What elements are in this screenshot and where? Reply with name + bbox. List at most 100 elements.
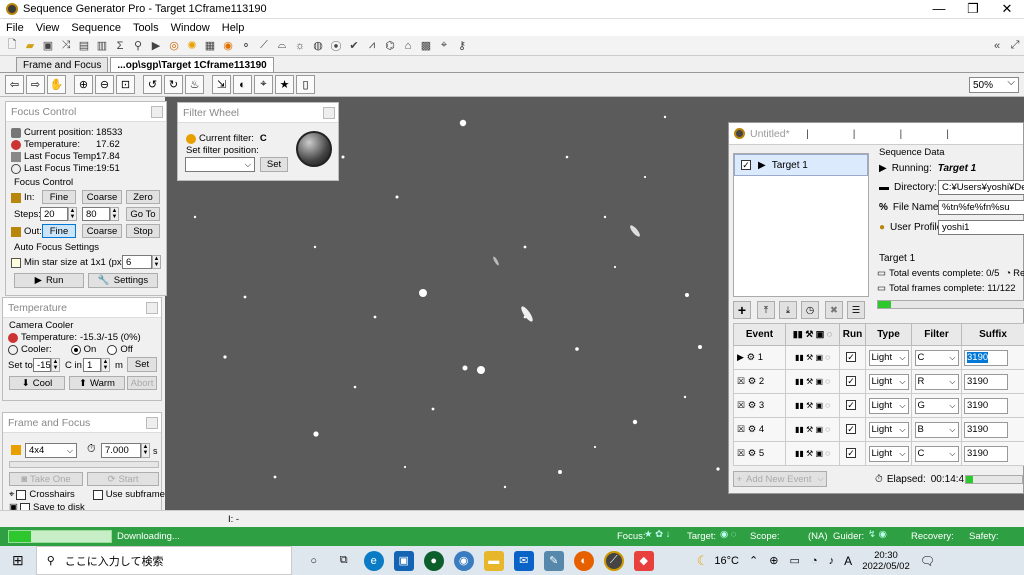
filename-input[interactable]: %tn%fe%fn%su bbox=[938, 200, 1024, 215]
shuffle-icon[interactable]: ⤨ bbox=[58, 38, 74, 54]
check-icon[interactable]: ✔ bbox=[346, 38, 362, 54]
script-icon[interactable]: ▣ bbox=[815, 353, 823, 362]
coarse-steps-spinner[interactable]: ▲ ▼ bbox=[110, 207, 119, 221]
wand-icon[interactable]: ⚷ bbox=[454, 38, 470, 54]
explorer-icon[interactable]: ▬ bbox=[483, 550, 504, 571]
histogram-icon[interactable]: ▥ bbox=[94, 38, 110, 54]
cooler-off-radio[interactable] bbox=[107, 344, 118, 355]
stop-button[interactable]: Stop bbox=[126, 224, 160, 238]
rotate-right-icon[interactable]: ↻ bbox=[164, 75, 183, 94]
binning-select[interactable]: 4x4 ⌵ bbox=[25, 443, 77, 458]
suffix-input[interactable]: 3190 bbox=[964, 445, 1008, 462]
move-down-button[interactable]: ⤓ bbox=[779, 301, 797, 319]
dome-icon[interactable]: ⌓ bbox=[274, 38, 290, 54]
start-loop-button[interactable]: ⟳ Start bbox=[87, 472, 159, 486]
crosshairs-checkbox[interactable] bbox=[16, 489, 27, 500]
suffix-input[interactable]: 3190 bbox=[964, 349, 1008, 366]
target-enabled-checkbox[interactable]: ✓ bbox=[741, 160, 751, 170]
grid-icon[interactable]: ▦ bbox=[202, 38, 218, 54]
fine-steps-spinner[interactable]: ▲ ▼ bbox=[68, 207, 77, 221]
zoom-icon[interactable]: ⚲ bbox=[130, 38, 146, 54]
schedule-button[interactable]: ◷ bbox=[801, 301, 819, 319]
gear-icon[interactable]: ⚙ bbox=[748, 400, 757, 411]
tray-icons[interactable]: ⌃ ⊕ ▭ ◔ ♪ bbox=[749, 554, 838, 567]
run-checkbox[interactable]: ✓ bbox=[846, 352, 856, 362]
flame-icon[interactable]: ♨ bbox=[185, 75, 204, 94]
directory-input[interactable]: C:¥Users¥yoshi¥Deskto bbox=[938, 180, 1024, 195]
wrench-icon[interactable]: ⚒ bbox=[806, 449, 813, 458]
pause-icon[interactable]: ▮▮ bbox=[795, 449, 804, 458]
edge-icon[interactable]: e bbox=[363, 550, 384, 571]
run-checkbox[interactable]: ✓ bbox=[846, 448, 856, 458]
cool-button[interactable]: ⬇ Cool bbox=[9, 376, 65, 390]
menu-help[interactable]: Help bbox=[216, 22, 251, 34]
script-icon[interactable]: ▣ bbox=[815, 449, 823, 458]
set-temp-spinner[interactable]: ▲ ▼ bbox=[51, 358, 60, 372]
options-button[interactable]: ☰ bbox=[847, 301, 865, 319]
menu-file[interactable]: File bbox=[0, 22, 30, 34]
play-icon[interactable]: ▶ bbox=[148, 38, 164, 54]
camera-icon[interactable]: ⌂ bbox=[400, 38, 416, 54]
new-sequence-icon[interactable]: 🗋 bbox=[4, 38, 20, 54]
suffix-input[interactable]: 3190 bbox=[964, 421, 1008, 438]
cooler-on-radio[interactable] bbox=[70, 344, 81, 355]
zoom-select[interactable]: 50% bbox=[969, 77, 1019, 93]
filter-select[interactable]: B ⌵ bbox=[914, 421, 959, 438]
fine-steps-input[interactable]: 20 bbox=[40, 207, 68, 221]
guide-icon[interactable]: ⌬ bbox=[382, 38, 398, 54]
comment-icon[interactable]: ◌ bbox=[825, 449, 830, 458]
take-one-button[interactable]: ◙ Take One bbox=[9, 472, 83, 486]
min-star-spinner[interactable]: ▲ ▼ bbox=[152, 255, 161, 269]
run-checkbox[interactable]: ✓ bbox=[846, 376, 856, 386]
run-autofocus-button[interactable]: ▶ Run bbox=[14, 273, 84, 288]
min-star-input[interactable]: 6 bbox=[122, 255, 152, 269]
bulb-icon[interactable]: ⚬ bbox=[238, 38, 254, 54]
sum-icon[interactable]: Σ bbox=[112, 38, 128, 54]
filter-position-select[interactable]: ⌵ bbox=[185, 157, 255, 172]
image-history-icon[interactable]: ▤ bbox=[76, 38, 92, 54]
cortana-icon[interactable]: ○ bbox=[304, 551, 324, 571]
pen-app-icon[interactable]: ✎ bbox=[543, 550, 564, 571]
anydesk-icon[interactable]: ◆ bbox=[633, 550, 654, 571]
task-view-icon[interactable]: ⧉ bbox=[334, 551, 354, 571]
telescope-icon[interactable]: ⟋ bbox=[256, 38, 272, 54]
set-temp-button[interactable]: Set bbox=[127, 357, 157, 372]
event-checkbox-icon[interactable]: ☒ bbox=[737, 448, 745, 458]
menu-view[interactable]: View bbox=[30, 22, 66, 34]
exposure-input[interactable]: 7.000 bbox=[101, 443, 141, 458]
type-select[interactable]: Light ⌵ bbox=[868, 397, 909, 414]
event-checkbox-icon[interactable]: ☒ bbox=[737, 376, 745, 386]
set-temp-input[interactable]: -15 bbox=[33, 358, 51, 372]
zoom-in-icon[interactable]: ⊕ bbox=[74, 75, 93, 94]
wrench-icon[interactable]: ⚒ bbox=[806, 425, 813, 434]
move-up-button[interactable]: ⤒ bbox=[757, 301, 775, 319]
event-row[interactable]: ☒ ⚙ 4 ▮▮ ⚒ ▣ ◌ ✓ Light ⌵ B ⌵ 3190 bbox=[733, 417, 1024, 442]
warm-button[interactable]: ⬆ Warm bbox=[69, 376, 125, 390]
weather-icon[interactable]: ☼ bbox=[292, 38, 308, 54]
blue-app-icon[interactable]: ◉ bbox=[453, 550, 474, 571]
comment-icon[interactable]: ◌ bbox=[825, 377, 830, 386]
out-fine-button[interactable]: Fine bbox=[42, 224, 76, 238]
wrench-icon[interactable]: ⚒ bbox=[806, 401, 813, 410]
suffix-input[interactable]: 3190 bbox=[964, 397, 1008, 414]
pause-icon[interactable]: ▮▮ bbox=[795, 401, 804, 410]
filter-icon[interactable]: ◍ bbox=[310, 38, 326, 54]
mail-icon[interactable]: ✉ bbox=[513, 550, 534, 571]
comment-icon[interactable]: ◌ bbox=[825, 353, 830, 362]
maximize-button[interactable]: ❐ bbox=[956, 1, 990, 17]
event-checkbox-icon[interactable]: ☒ bbox=[737, 424, 745, 434]
sgp-taskbar-icon[interactable]: ⟋ bbox=[603, 550, 624, 571]
exposure-spinner[interactable]: ▲ ▼ bbox=[141, 443, 150, 458]
run-checkbox[interactable]: ✓ bbox=[846, 424, 856, 434]
type-select[interactable]: Light ⌵ bbox=[868, 349, 909, 366]
menu-window[interactable]: Window bbox=[165, 22, 216, 34]
frame-icon[interactable]: ▩ bbox=[418, 38, 434, 54]
goto-button[interactable]: Go To bbox=[126, 207, 160, 221]
cool-minutes-input[interactable]: 1 bbox=[83, 358, 101, 372]
comment-icon[interactable]: ◌ bbox=[825, 425, 830, 434]
windows-start-icon[interactable]: ⊞ bbox=[12, 552, 24, 569]
event-row[interactable]: ☒ ⚙ 5 ▮▮ ⚒ ▣ ◌ ✓ Light ⌵ C ⌵ 3190 bbox=[733, 441, 1024, 466]
minimize-button[interactable]: — bbox=[922, 1, 956, 17]
target-icon[interactable]: ◎ bbox=[166, 38, 182, 54]
comment-icon[interactable]: ◌ bbox=[825, 401, 830, 410]
